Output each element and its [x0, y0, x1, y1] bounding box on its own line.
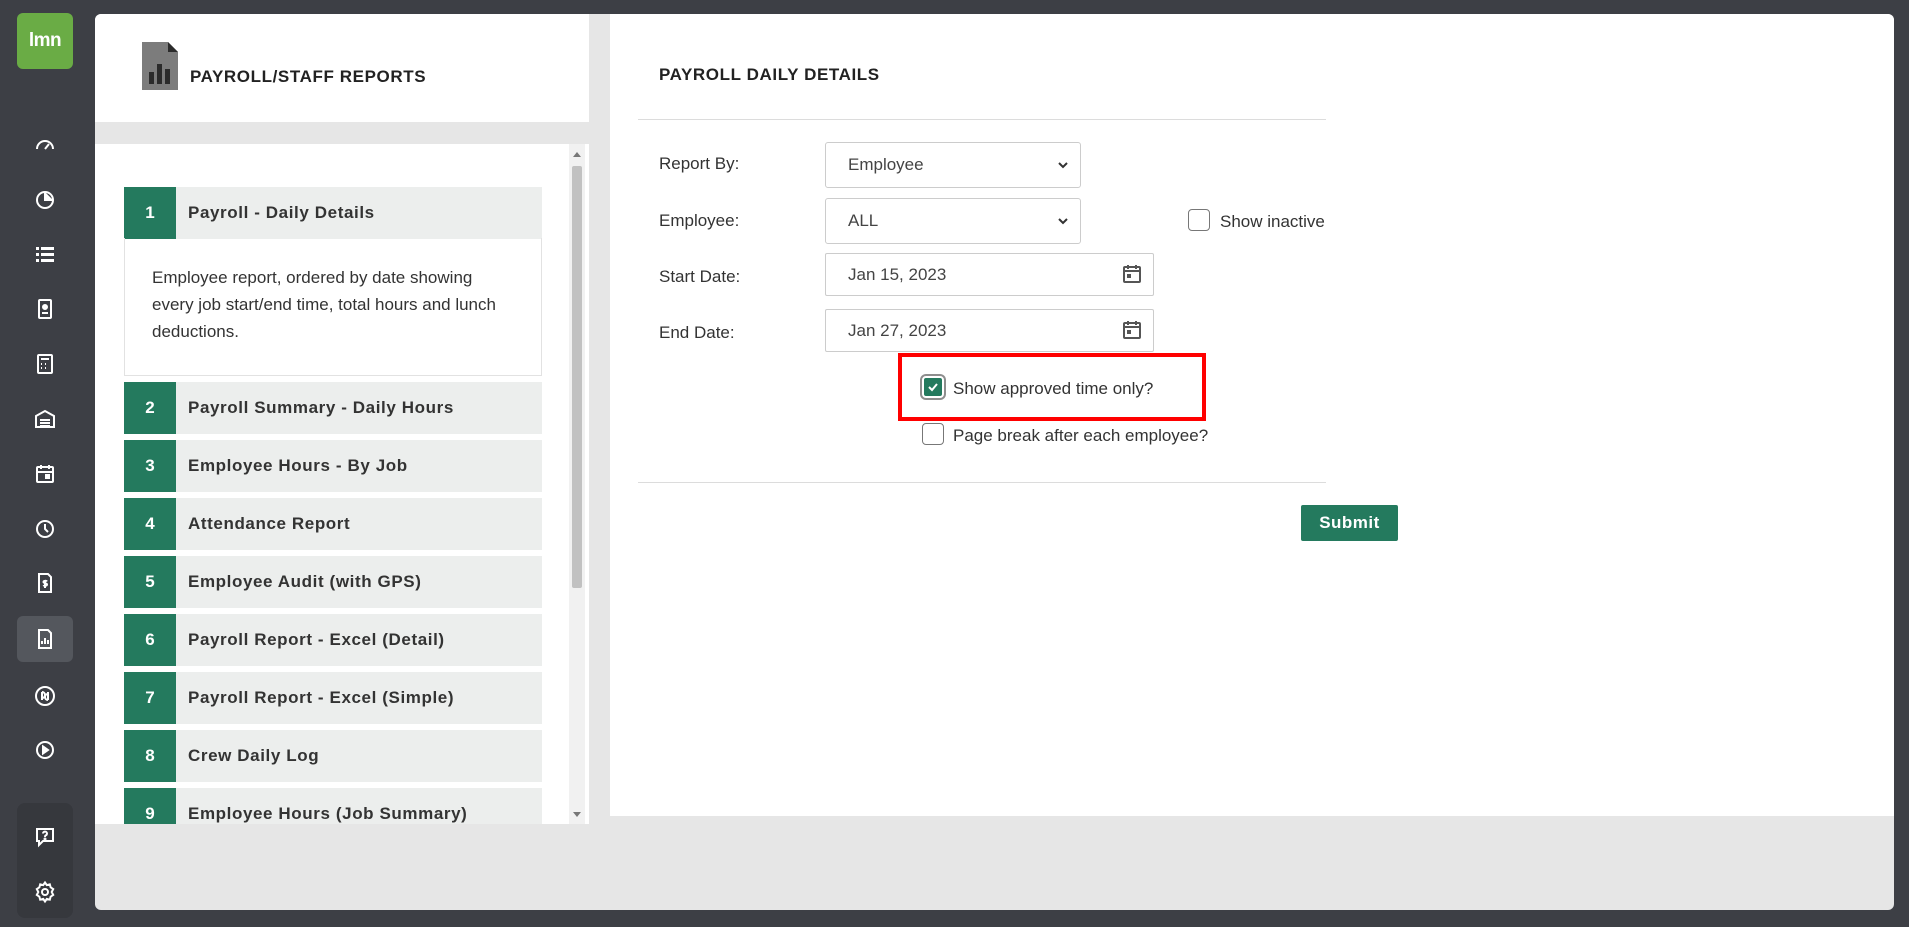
report-item-5[interactable]: 5 Employee Audit (with GPS) [124, 556, 542, 608]
report-label: Payroll - Daily Details [188, 203, 375, 222]
report-number: 6 [124, 614, 176, 666]
scroll-thumb[interactable] [572, 166, 582, 588]
pie-chart-icon[interactable] [17, 177, 73, 223]
employee-select[interactable]: ALL [825, 198, 1081, 244]
report-label: Payroll Summary - Daily Hours [188, 398, 454, 417]
report-label: Crew Daily Log [188, 746, 320, 765]
chevron-down-icon [1058, 218, 1068, 225]
report-label: Payroll Report - Excel (Simple) [188, 688, 455, 707]
main-card: PAYROLL/STAFF REPORTS 1 Payroll - Daily … [95, 14, 1894, 910]
list-icon[interactable] [17, 231, 73, 277]
approved-time-checkbox[interactable] [922, 376, 944, 398]
end-date-value: Jan 27, 2023 [848, 320, 947, 340]
start-date-label: Start Date: [659, 267, 741, 286]
page-break-label: Page break after each employee? [953, 426, 1209, 445]
report-item-6[interactable]: 6 Payroll Report - Excel (Detail) [124, 614, 542, 666]
play-icon[interactable] [17, 727, 73, 773]
invoice-icon[interactable] [17, 560, 73, 606]
reports-icon[interactable] [17, 616, 73, 662]
start-date-input[interactable]: Jan 15, 2023 [825, 253, 1154, 296]
report-item-8[interactable]: 8 Crew Daily Log [124, 730, 542, 782]
badge-icon[interactable] [17, 286, 73, 332]
quickbooks-icon[interactable] [17, 673, 73, 719]
start-date-value: Jan 15, 2023 [848, 264, 947, 284]
page-break-checkbox[interactable] [922, 423, 944, 445]
approved-time-label: Show approved time only? [953, 379, 1154, 398]
report-number: 9 [124, 788, 176, 824]
left-panel-header: PAYROLL/STAFF REPORTS [95, 14, 589, 122]
report-number: 3 [124, 440, 176, 492]
icon-rail: lmn [0, 0, 91, 927]
report-description: Employee report, ordered by date showing… [124, 238, 542, 376]
report-label: Attendance Report [188, 514, 351, 533]
end-date-label: End Date: [659, 323, 735, 342]
report-label: Employee Hours - By Job [188, 456, 408, 475]
warehouse-icon[interactable] [17, 396, 73, 442]
left-panel-title: PAYROLL/STAFF REPORTS [190, 67, 427, 86]
report-by-select[interactable]: Employee [825, 142, 1081, 188]
report-number: 2 [124, 382, 176, 434]
help-icon[interactable] [17, 814, 73, 860]
employee-label: Employee: [659, 211, 740, 230]
report-number: 1 [124, 187, 176, 239]
scroll-up-arrow-icon[interactable] [573, 152, 581, 157]
report-label: Payroll Report - Excel (Detail) [188, 630, 445, 649]
show-inactive-checkbox[interactable] [1188, 209, 1210, 231]
employee-value: ALL [848, 211, 879, 230]
logo-text: lmn [28, 30, 62, 51]
calculator-icon[interactable] [17, 341, 73, 387]
rail-bottom-group [17, 803, 73, 918]
calendar-icon[interactable] [1121, 319, 1143, 341]
report-item-9[interactable]: 9 Employee Hours (Job Summary) [124, 788, 542, 824]
calendar-icon[interactable] [1121, 263, 1143, 285]
report-label: Employee Hours (Job Summary) [188, 804, 468, 823]
report-file-icon [142, 42, 178, 90]
clock-icon[interactable] [17, 506, 73, 552]
app-logo[interactable]: lmn [17, 13, 73, 69]
report-list-scrollbar[interactable] [569, 144, 585, 824]
report-by-value: Employee [848, 155, 924, 174]
report-number: 8 [124, 730, 176, 782]
report-item-1[interactable]: 1 Payroll - Daily Details [124, 187, 542, 239]
calendar-icon[interactable] [17, 451, 73, 497]
divider [638, 119, 1326, 120]
show-inactive-label: Show inactive [1220, 212, 1325, 231]
dashboard-icon[interactable] [17, 122, 73, 168]
form-panel: PAYROLL DAILY DETAILS Report By: Employe… [610, 14, 1894, 816]
chevron-down-icon [1058, 162, 1068, 169]
gear-icon[interactable] [17, 869, 73, 915]
report-list: 1 Payroll - Daily Details Employee repor… [95, 144, 589, 824]
report-item-7[interactable]: 7 Payroll Report - Excel (Simple) [124, 672, 542, 724]
submit-button[interactable]: Submit [1301, 505, 1398, 541]
report-label: Employee Audit (with GPS) [188, 572, 422, 591]
end-date-input[interactable]: Jan 27, 2023 [825, 309, 1154, 352]
checkmark-icon [928, 383, 938, 392]
divider [638, 482, 1326, 483]
report-number: 4 [124, 498, 176, 550]
report-number: 5 [124, 556, 176, 608]
report-item-4[interactable]: 4 Attendance Report [124, 498, 542, 550]
report-number: 7 [124, 672, 176, 724]
report-item-2[interactable]: 2 Payroll Summary - Daily Hours [124, 382, 542, 434]
scroll-down-arrow-icon[interactable] [573, 812, 581, 817]
report-item-3[interactable]: 3 Employee Hours - By Job [124, 440, 542, 492]
form-title: PAYROLL DAILY DETAILS [659, 65, 880, 84]
report-by-label: Report By: [659, 154, 740, 173]
